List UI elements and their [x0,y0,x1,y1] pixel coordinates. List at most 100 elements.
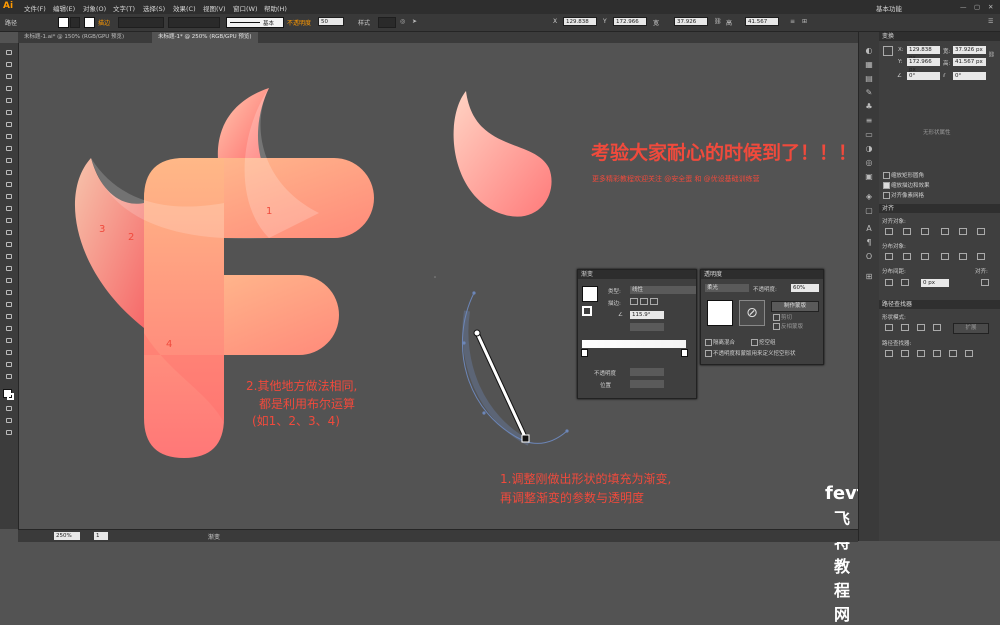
panel-menu-icon[interactable]: ☰ [988,18,993,25]
color-mode-icon[interactable] [3,405,14,413]
symbols-icon[interactable]: ♣ [864,102,874,111]
mesh-tool-icon[interactable] [3,265,14,273]
appearance-icon[interactable]: ◎ [864,158,874,167]
intersect-icon[interactable] [917,324,925,331]
style-swatch[interactable] [378,17,396,28]
minimize-icon[interactable]: — [960,3,967,11]
artboard-number-field[interactable]: 1 [94,532,108,540]
stroke-panel-icon[interactable]: ≡ [864,116,874,125]
close-icon[interactable]: ✕ [988,3,993,11]
distribute-right-icon[interactable] [977,253,985,260]
stroke-label[interactable]: 描边 [98,18,110,27]
transform-panel-title[interactable]: 变换 [879,32,1000,41]
opacity-field[interactable]: 50 [318,17,344,26]
gradient-angle-field[interactable]: 115.9° [630,311,664,319]
magic-wand-tool-icon[interactable] [3,73,14,81]
align-bottom-icon[interactable] [977,228,985,235]
link-icon[interactable]: ⛓ [714,18,722,25]
w-field[interactable]: 37.926 [674,17,708,26]
canvas[interactable]: 1 2 3 4 考验大家耐心的时候到了！！！ 更多精彩教程欢迎关注 @安全蛋 和… [19,43,926,624]
zoom-field[interactable]: 250% [54,532,80,540]
clip-checkbox[interactable] [773,314,780,321]
line-tool-icon[interactable] [3,133,14,141]
gradient-aspect-field[interactable] [630,323,664,331]
transform-x-field[interactable]: 129.838 px [907,46,940,61]
stroke-weight-field[interactable] [118,17,164,28]
isolate-blending-checkbox[interactable] [705,339,712,346]
symbol-sprayer-tool-icon[interactable] [3,313,14,321]
shape-builder-tool-icon[interactable] [3,241,14,249]
tab-document-2[interactable]: 未标题-1* @ 250% (RGB/GPU 预览) [152,32,258,43]
stroke-color-icon[interactable] [7,393,14,400]
x-field[interactable]: 129.838 [563,17,597,26]
rectangle-tool-icon[interactable] [3,145,14,153]
align-to-selection-icon[interactable] [981,279,989,286]
transparency-panel-title[interactable]: 透明度 [701,270,823,279]
pixel-grid-checkbox[interactable] [883,192,890,199]
minus-front-icon[interactable] [901,324,909,331]
brush-style-field[interactable]: 基本 [226,17,284,28]
gradient-stop-right[interactable] [681,349,688,357]
transparency-panel-icon[interactable]: ◑ [864,144,874,153]
artboards-icon[interactable]: ▢ [864,206,874,215]
divide-icon[interactable] [885,350,893,357]
gradient-fill-swatch[interactable] [582,286,598,302]
fill-dropdown[interactable] [70,17,80,28]
mask-thumbnail-icon[interactable]: ⊘ [739,300,765,326]
expand-button[interactable]: 扩展 [953,323,989,334]
stroke-across-icon[interactable] [650,298,658,305]
menu-view[interactable]: 视图(V) [203,3,226,13]
direct-selection-tool-icon[interactable] [3,61,14,69]
eraser-tool-icon[interactable] [3,181,14,189]
align-hcenter-icon[interactable] [903,228,911,235]
y-field[interactable]: 172.966 [613,17,647,26]
transform-panel-icon[interactable]: ⊞ [864,272,874,281]
stroke-swatch[interactable] [84,17,95,28]
graphic-styles-icon[interactable]: ▣ [864,172,874,181]
pencil-tool-icon[interactable] [3,169,14,177]
spacing-vertical-icon[interactable] [885,279,893,286]
paragraph-icon[interactable]: ¶ [864,238,874,247]
spacing-value-field[interactable]: 0 px [921,279,949,287]
exclude-icon[interactable] [933,324,941,331]
layers-icon[interactable]: ◈ [864,192,874,201]
hand-tool-icon[interactable] [3,361,14,369]
maximize-icon[interactable]: ▢ [974,3,980,11]
scale-strokes-checkbox[interactable] [883,182,890,189]
recolor-icon[interactable]: ◎ [400,18,405,25]
distribute-left-icon[interactable] [941,253,949,260]
column-graph-tool-icon[interactable] [3,325,14,333]
scale-tool-icon[interactable] [3,205,14,213]
lasso-tool-icon[interactable] [3,85,14,93]
eyedropper-tool-icon[interactable] [3,289,14,297]
gradient-panel-icon[interactable]: ▭ [864,130,874,139]
distribute-vcenter-icon[interactable] [903,253,911,260]
align-top-icon[interactable] [941,228,949,235]
transform-y-field[interactable]: 172.966 px [907,58,940,73]
opacity-mask-checkbox[interactable] [705,350,712,357]
distribute-hcenter-icon[interactable] [959,253,967,260]
minus-back-icon[interactable] [965,350,973,357]
menu-effect[interactable]: 效果(C) [173,3,196,13]
pen-tool-icon[interactable] [3,97,14,105]
swatches-icon[interactable]: ▤ [864,74,874,83]
variable-width-dropdown[interactable] [168,17,220,28]
merge-icon[interactable] [917,350,925,357]
trim-icon[interactable] [901,350,909,357]
selection-tool-icon[interactable] [3,49,14,57]
reference-point-icon[interactable] [883,46,893,56]
knockout-group-checkbox[interactable] [751,339,758,346]
transform-icon[interactable]: ⊞ [802,18,807,25]
align-right-icon[interactable] [921,228,929,235]
brushes-icon[interactable]: ✎ [864,88,874,97]
paintbrush-tool-icon[interactable] [3,157,14,165]
scale-corners-checkbox[interactable] [883,172,890,179]
spacing-horizontal-icon[interactable] [901,279,909,286]
color-panel-icon[interactable]: ◐ [864,46,874,55]
screen-mode-icon[interactable] [3,429,14,437]
stroke-along-icon[interactable] [640,298,648,305]
workspace-switcher[interactable]: 基本功能 [876,3,902,13]
menu-select[interactable]: 选择(S) [143,3,165,13]
outline-icon[interactable] [949,350,957,357]
pathfinder-panel-title[interactable]: 路径查找器 [879,300,1000,309]
